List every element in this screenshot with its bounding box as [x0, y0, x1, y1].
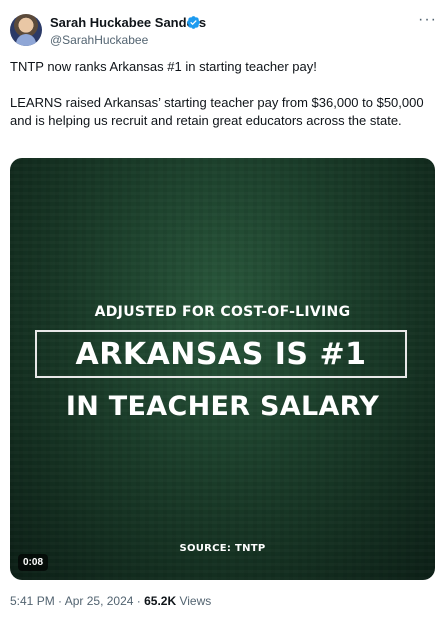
- tweet-text: TNTP now ranks Arkansas #1 in starting t…: [10, 58, 430, 130]
- verified-badge-icon: [187, 16, 200, 29]
- views-label: Views: [176, 594, 212, 608]
- tweet-paragraph: LEARNS raised Arkansas’ starting teacher…: [10, 95, 424, 128]
- video-text-headline: ARKANSAS IS #1: [35, 330, 407, 378]
- meta-separator: ·: [133, 594, 145, 608]
- video-headline-text: ARKANSAS IS #1: [75, 336, 367, 372]
- video-duration-badge: 0:08: [18, 554, 49, 571]
- video-source-text: SOURCE: TNTP: [179, 543, 266, 554]
- more-options-icon[interactable]: ···: [418, 12, 437, 28]
- video-text-line-1: ADJUSTED FOR COST-OF-LIVING: [94, 304, 351, 320]
- video-player[interactable]: ADJUSTED FOR COST-OF-LIVING ARKANSAS IS …: [10, 158, 435, 580]
- tweet-time[interactable]: 5:41 PM: [10, 594, 55, 608]
- author-handle[interactable]: @SarahHuckabee: [50, 32, 148, 48]
- tweet-meta: 5:41 PM · Apr 25, 2024 · 65.2K Views: [10, 593, 211, 609]
- author-avatar[interactable]: [10, 14, 42, 46]
- author-name[interactable]: Sarah Huckabee Sanders: [50, 15, 206, 31]
- tweet-paragraph: TNTP now ranks Arkansas #1 in starting t…: [10, 59, 317, 74]
- meta-separator: ·: [54, 594, 65, 608]
- tweet-date[interactable]: Apr 25, 2024: [65, 594, 134, 608]
- views-count: 65.2K: [144, 594, 177, 608]
- video-text-line-3: IN TEACHER SALARY: [65, 391, 380, 422]
- tweet-header: Sarah Huckabee Sanders @SarahHuckabee ··…: [10, 12, 437, 54]
